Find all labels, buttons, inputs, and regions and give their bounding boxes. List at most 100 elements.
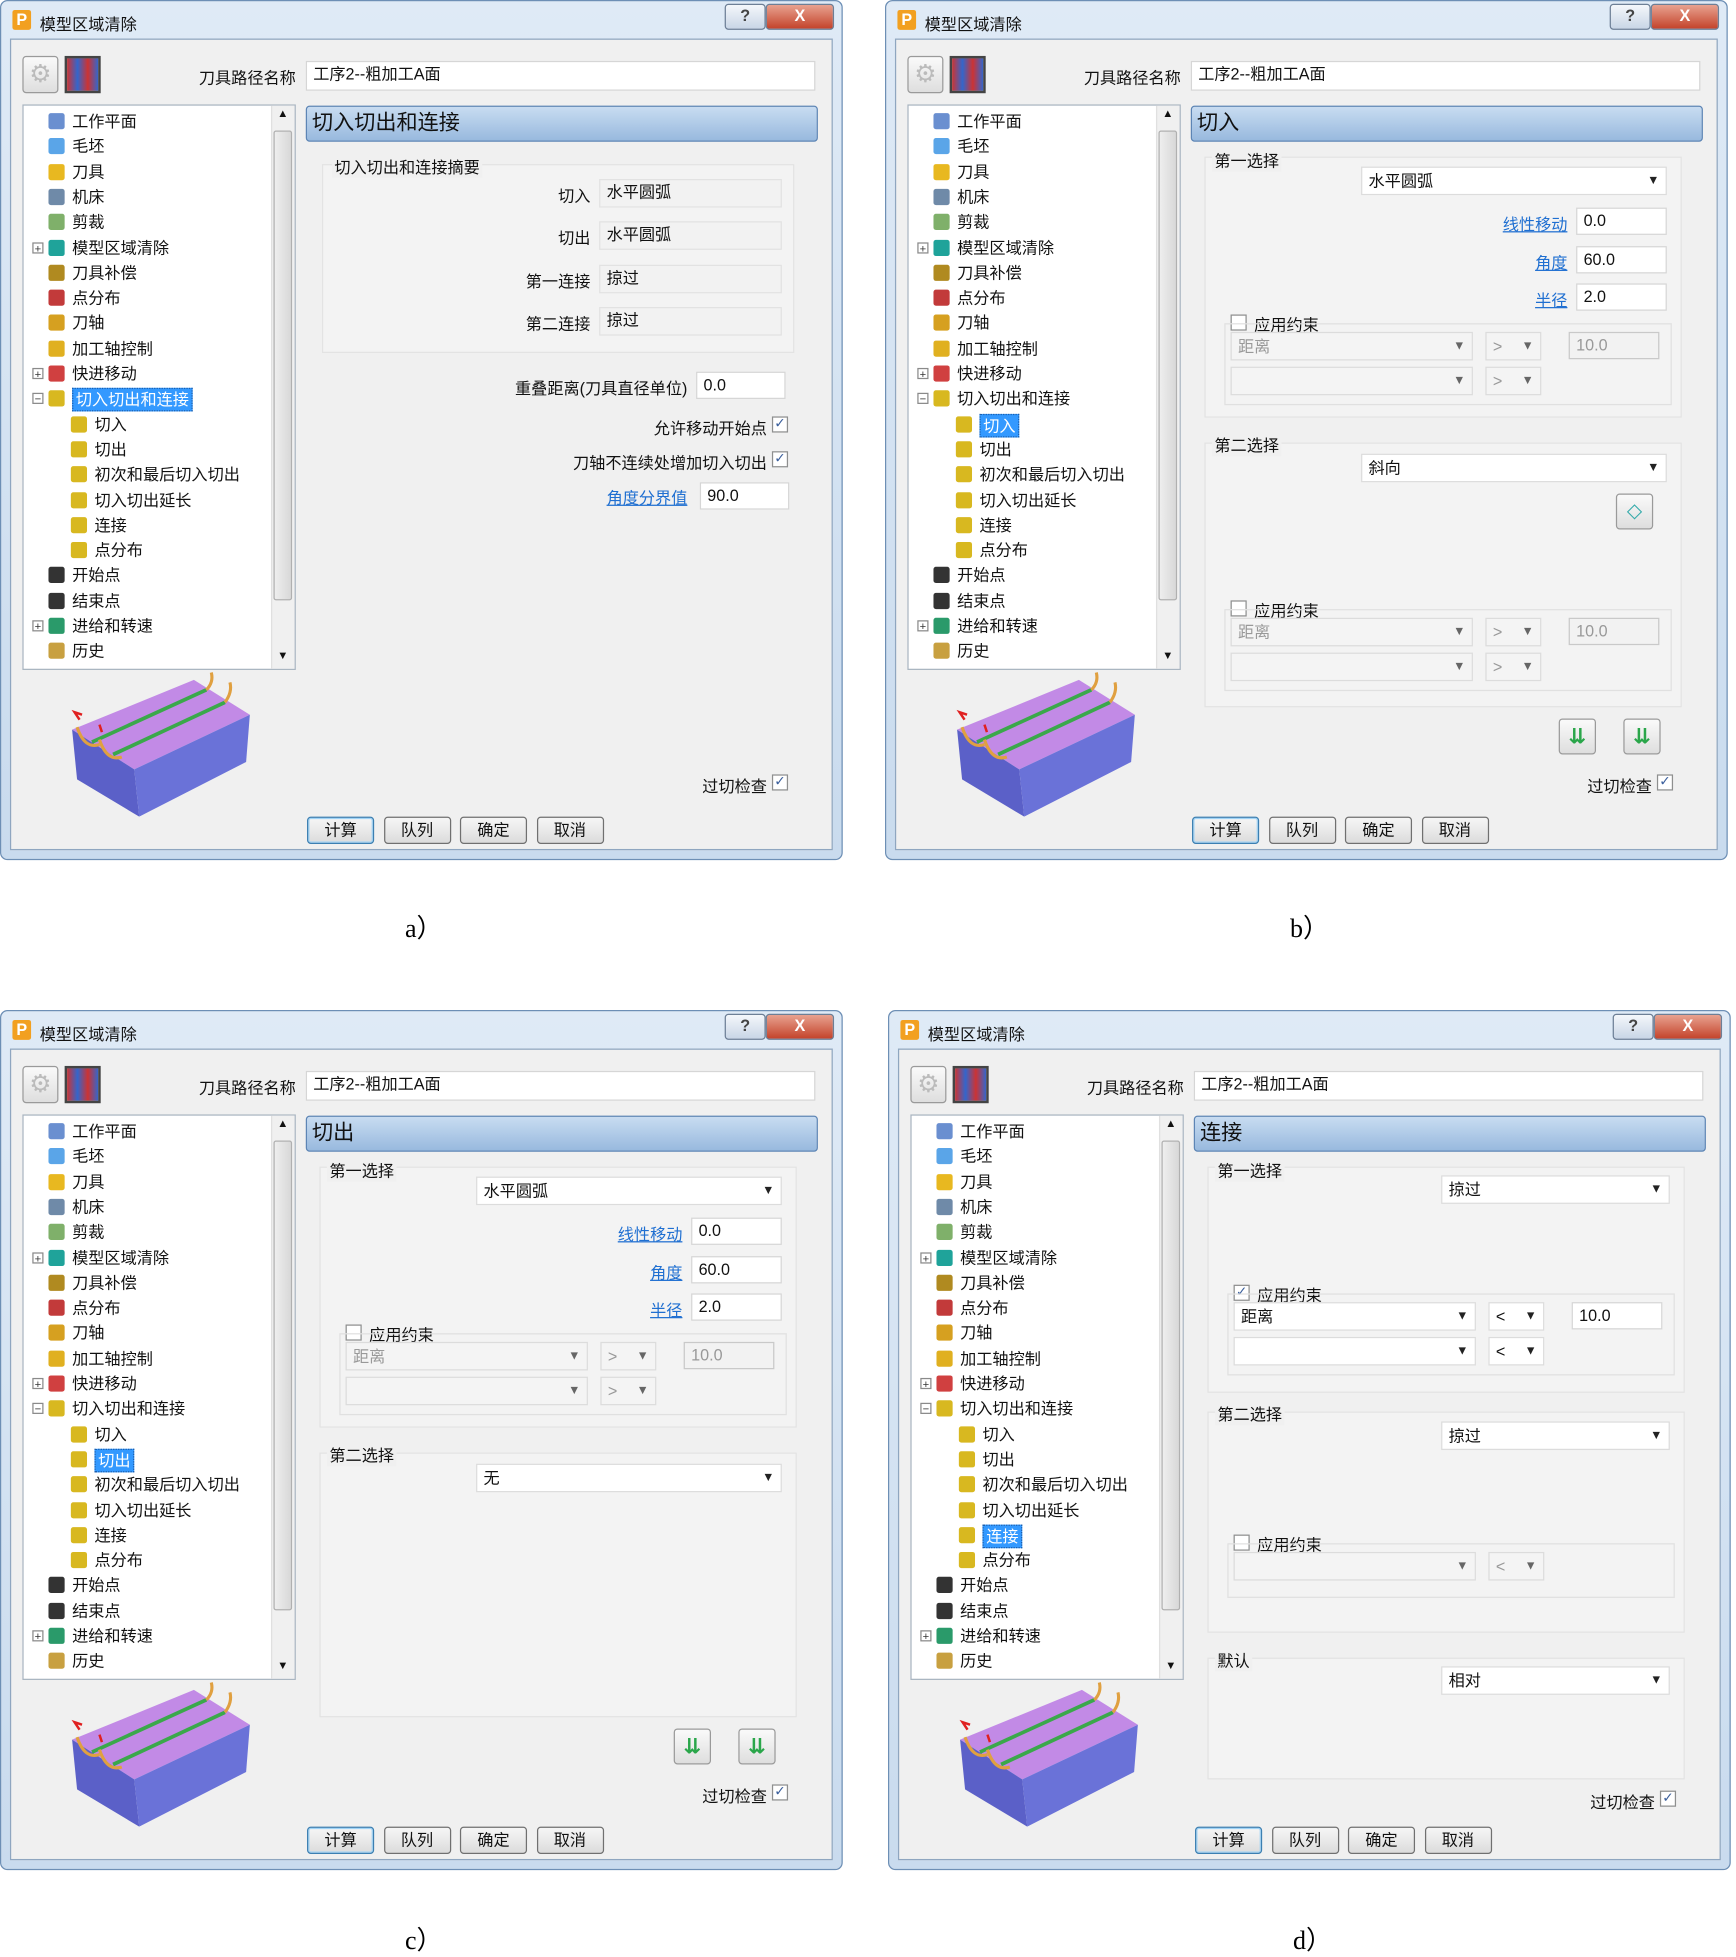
tree-item[interactable]: 快进移动: [72, 363, 137, 384]
scrollbar-thumb[interactable]: [273, 130, 293, 601]
tree-item[interactable]: 连接: [94, 1524, 126, 1545]
tree-item[interactable]: 切入切出和连接: [960, 1398, 1073, 1419]
tree-item[interactable]: 刀具: [72, 161, 104, 182]
lead-preset-button-1[interactable]: ⇊: [1558, 718, 1596, 755]
lead-preset-button-1[interactable]: ⇊: [673, 1728, 711, 1765]
ok-button[interactable]: 确定: [459, 816, 528, 844]
tree-item[interactable]: 历史: [72, 641, 104, 662]
scrollbar-thumb[interactable]: [273, 1140, 293, 1611]
tree-expander-plus-icon[interactable]: +: [917, 241, 929, 254]
tree-item[interactable]: 模型区域清除: [72, 237, 169, 258]
tree-item[interactable]: 切入切出和连接: [957, 388, 1070, 409]
tree-item[interactable]: 刀轴: [72, 312, 104, 333]
tree-expander-plus-icon[interactable]: +: [32, 620, 44, 632]
toolpath-name-input[interactable]: 工序2--粗加工A面: [305, 60, 816, 91]
tree-item[interactable]: 进给和转速: [957, 615, 1038, 636]
tree-item[interactable]: 点分布: [957, 287, 1005, 308]
linear-move-link[interactable]: 线性移动: [548, 1221, 683, 1245]
tree-item[interactable]: 结束点: [72, 1600, 120, 1621]
tree-item[interactable]: 切入切出延长: [982, 1499, 1079, 1520]
tree-item[interactable]: 初次和最后切入切出: [94, 464, 239, 485]
tree-expander-minus-icon[interactable]: −: [920, 1403, 932, 1415]
tree-item[interactable]: 历史: [960, 1651, 992, 1672]
tree-expander-plus-icon[interactable]: +: [32, 241, 44, 254]
ok-button[interactable]: 确定: [459, 1826, 528, 1854]
tree-item[interactable]: 刀具: [957, 161, 989, 182]
tree-item[interactable]: 切出: [94, 1448, 135, 1473]
tree-item[interactable]: 加工轴控制: [957, 338, 1038, 359]
overcut-check-checkbox[interactable]: ✓: [1656, 774, 1674, 791]
calculate-button[interactable]: 计算: [307, 1826, 375, 1854]
cancel-button[interactable]: 取消: [1421, 816, 1489, 844]
overcut-check-checkbox[interactable]: ✓: [1659, 1790, 1677, 1807]
tree-item[interactable]: 刀具补偿: [72, 1272, 137, 1293]
constraint-operator-dropdown[interactable]: < ▼: [1488, 1302, 1545, 1331]
toolpath-settings-gear-icon[interactable]: ⚙: [907, 55, 944, 94]
angle-input[interactable]: 60.0: [691, 1255, 782, 1283]
tree-item[interactable]: 切入切出延长: [94, 1499, 191, 1520]
toolpath-name-input[interactable]: 工序2--粗加工A面: [1193, 1070, 1704, 1101]
scrollbar-thumb[interactable]: [1161, 1140, 1181, 1611]
constraint-value-input[interactable]: 10.0: [1571, 1302, 1663, 1330]
tree-item[interactable]: 模型区域清除: [960, 1247, 1057, 1268]
tree-item[interactable]: 机床: [960, 1196, 992, 1217]
radius-link[interactable]: 半径: [1433, 287, 1567, 311]
calculate-button[interactable]: 计算: [1195, 1826, 1263, 1854]
tree-item[interactable]: 初次和最后切入切出: [979, 464, 1124, 485]
cancel-button[interactable]: 取消: [1424, 1826, 1492, 1854]
tree-item[interactable]: 连接: [979, 514, 1011, 535]
tree-item[interactable]: 毛坯: [960, 1146, 992, 1167]
tree-item[interactable]: 切出: [979, 439, 1011, 460]
tree-item[interactable]: 切入切出和连接: [72, 1398, 185, 1419]
radius-input[interactable]: 2.0: [1576, 283, 1667, 311]
queue-button[interactable]: 队列: [383, 816, 451, 844]
linear-move-link[interactable]: 线性移动: [1433, 211, 1568, 235]
tree-expander-plus-icon[interactable]: +: [917, 367, 929, 380]
tree-item[interactable]: 切入: [94, 1423, 126, 1444]
angle-link[interactable]: 角度: [548, 1259, 682, 1283]
tree-item[interactable]: 机床: [72, 186, 104, 207]
tree-item[interactable]: 点分布: [94, 1550, 142, 1571]
tree-item[interactable]: 历史: [72, 1651, 104, 1672]
tree-item[interactable]: 剪裁: [72, 1222, 104, 1243]
toolpath-settings-gear-icon[interactable]: ⚙: [22, 55, 59, 94]
constraint-operator-dropdown-2[interactable]: < ▼: [1488, 1336, 1545, 1366]
tree-item[interactable]: 工作平面: [72, 1121, 137, 1142]
calculate-button[interactable]: 计算: [307, 816, 375, 844]
tree-item[interactable]: 机床: [957, 186, 989, 207]
tree-item[interactable]: 工作平面: [72, 111, 137, 132]
first-choice-dropdown[interactable]: 水平圆弧 ▼: [476, 1176, 782, 1206]
tree-item[interactable]: 点分布: [979, 540, 1027, 561]
toolpath-settings-gear-icon[interactable]: ⚙: [910, 1065, 947, 1104]
tree-item[interactable]: 点分布: [72, 1297, 120, 1318]
cancel-button[interactable]: 取消: [536, 816, 604, 844]
tree-item[interactable]: 刀轴: [72, 1322, 104, 1343]
queue-button[interactable]: 队列: [383, 1826, 451, 1854]
tree-item[interactable]: 刀具: [960, 1171, 992, 1192]
angle-threshold-link[interactable]: 角度分界值: [548, 485, 688, 509]
tree-item[interactable]: 切出: [982, 1449, 1014, 1470]
tree-item[interactable]: 刀具补偿: [72, 262, 137, 283]
first-choice-dropdown[interactable]: 掠过 ▼: [1441, 1175, 1670, 1204]
tree-item[interactable]: 结束点: [957, 590, 1005, 611]
tree-item[interactable]: 结束点: [960, 1600, 1008, 1621]
overlap-distance-input[interactable]: 0.0: [696, 371, 786, 400]
toolpath-display-icon[interactable]: [949, 55, 986, 94]
second-choice-dropdown[interactable]: 斜向 ▼: [1361, 453, 1667, 483]
tree-expander-minus-icon[interactable]: −: [32, 393, 44, 405]
tree-item[interactable]: 切入: [982, 1423, 1014, 1444]
scrollbar-thumb[interactable]: [1158, 130, 1178, 601]
tree-item[interactable]: 连接: [94, 514, 126, 535]
tree-item[interactable]: 剪裁: [957, 212, 989, 233]
tree-item[interactable]: 进给和转速: [960, 1625, 1041, 1646]
tree-item[interactable]: 机床: [72, 1196, 104, 1217]
linear-move-input[interactable]: 0.0: [691, 1217, 782, 1245]
tree-item[interactable]: 开始点: [960, 1575, 1008, 1596]
tree-item[interactable]: 点分布: [960, 1297, 1008, 1318]
tree-item[interactable]: 剪裁: [72, 212, 104, 233]
tree-item[interactable]: 刀轴: [960, 1322, 992, 1343]
first-choice-dropdown[interactable]: 水平圆弧 ▼: [1361, 166, 1667, 196]
tree-item[interactable]: 剪裁: [960, 1222, 992, 1243]
toolpath-settings-gear-icon[interactable]: ⚙: [22, 1065, 59, 1104]
tree-expander-plus-icon[interactable]: +: [32, 1630, 44, 1642]
